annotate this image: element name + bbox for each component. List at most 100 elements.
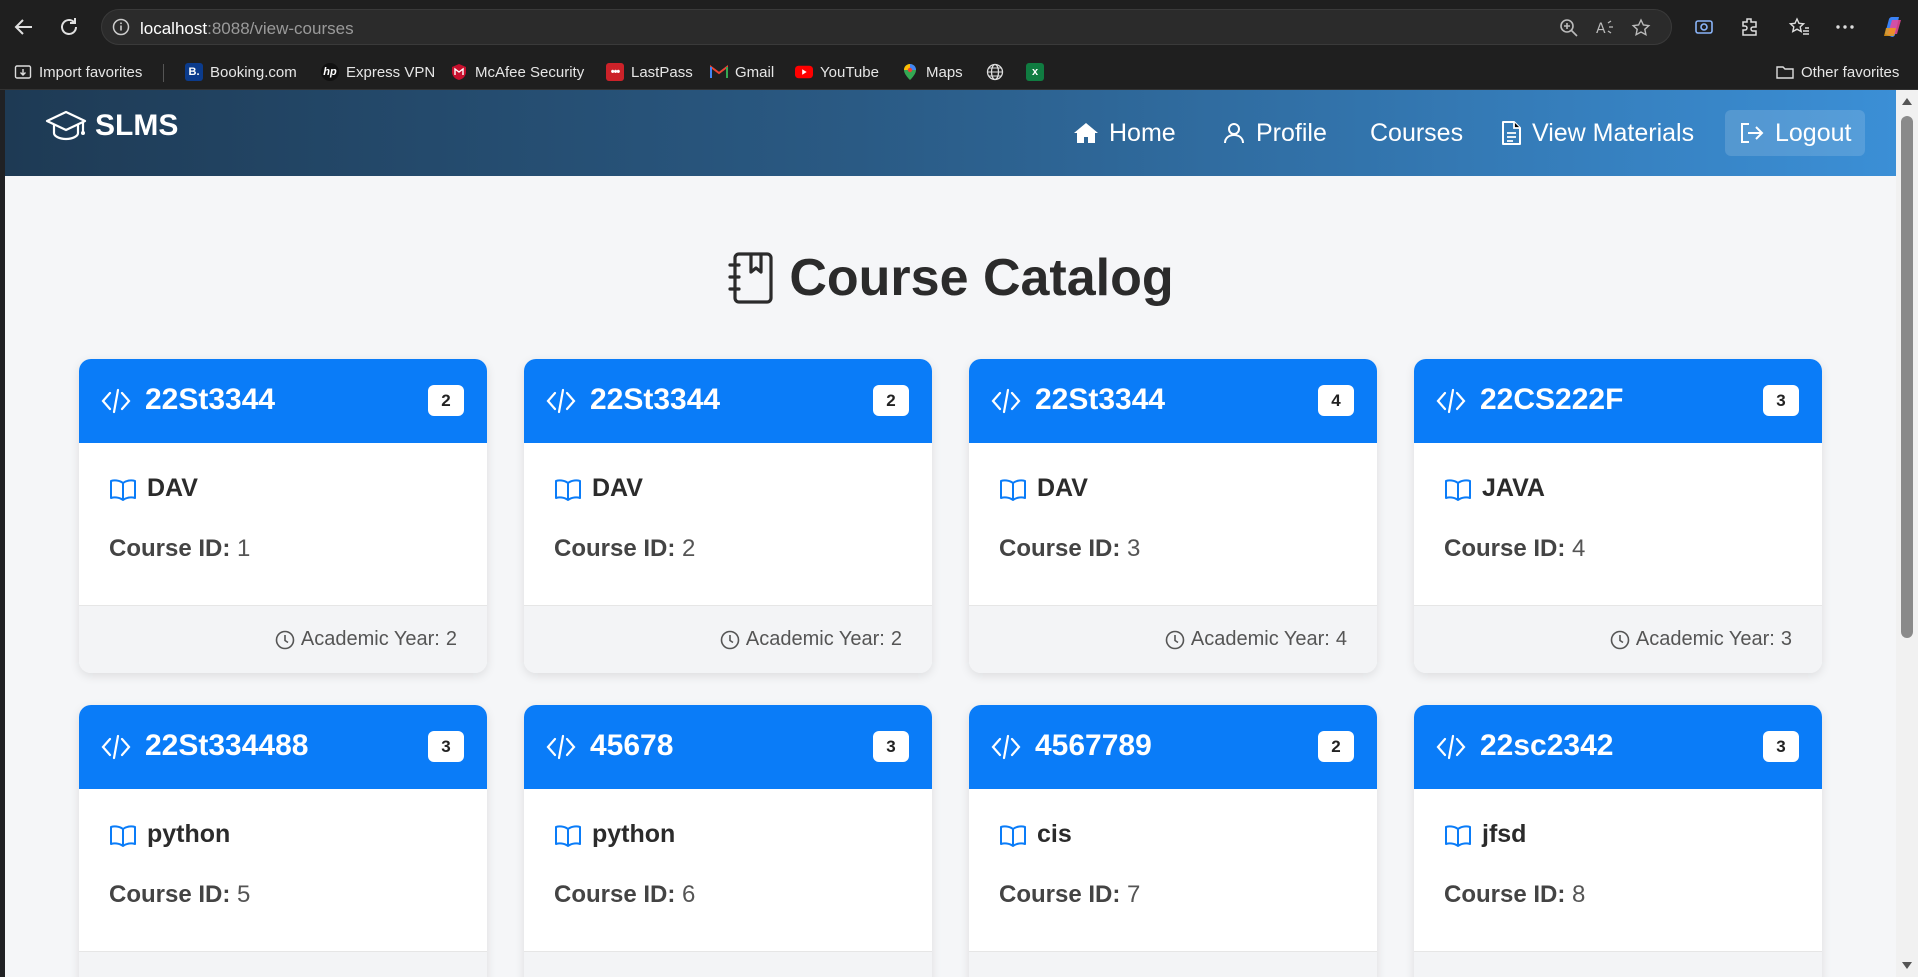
course-card[interactable]: 22St3344 2 DAV Course ID: 1 Academic Yea…: [79, 359, 487, 673]
open-book-icon: [110, 825, 136, 847]
brand-link[interactable]: SLMS: [45, 108, 178, 144]
course-card-footer: [969, 951, 1377, 977]
bookmarks-bar: Import favorites B. Booking.com hp Expre…: [0, 54, 1918, 90]
course-id: Course ID: 7: [999, 881, 1140, 909]
nav-profile-label: Profile: [1256, 118, 1327, 147]
course-name: python: [147, 820, 231, 848]
bookmark-booking[interactable]: B. Booking.com: [185, 60, 297, 84]
course-card[interactable]: 4567789 2 cis Course ID: 7: [969, 705, 1377, 977]
read-aloud-icon[interactable]: A: [1594, 17, 1616, 39]
booking-icon: B.: [185, 63, 203, 81]
academic-year: Academic Year: 2: [720, 628, 902, 651]
bookmark-label: Maps: [926, 63, 963, 81]
course-id-value: 6: [682, 881, 696, 908]
code-icon: [101, 734, 131, 760]
favorite-star-icon[interactable]: [1630, 17, 1652, 39]
graduation-cap-icon: [45, 110, 87, 141]
course-id-label: Course ID:: [554, 535, 676, 562]
course-id-label: Course ID:: [1444, 881, 1566, 908]
course-name: DAV: [592, 474, 643, 502]
gmail-icon: [710, 63, 728, 81]
bookmark-maps[interactable]: Maps: [901, 60, 963, 84]
academic-year-value: 3: [1780, 628, 1792, 650]
extensions-icon[interactable]: [1735, 12, 1765, 42]
course-card-body: python Course ID: 6: [524, 789, 932, 951]
import-icon: [14, 63, 32, 81]
course-id: Course ID: 6: [554, 881, 695, 909]
course-card-body: JAVA Course ID: 4: [1414, 443, 1822, 605]
logout-icon: [1741, 123, 1764, 143]
academic-year-value: 2: [445, 628, 457, 650]
scroll-down-icon[interactable]: [1902, 962, 1912, 969]
course-badge: 4: [1318, 385, 1354, 416]
nav-courses[interactable]: Courses: [1370, 112, 1463, 154]
bookmark-globe[interactable]: [986, 60, 1004, 84]
youtube-icon: [795, 63, 813, 81]
open-book-icon: [1000, 825, 1026, 847]
clock-icon: [1165, 630, 1185, 649]
site-info-icon[interactable]: [112, 18, 130, 41]
more-menu-icon[interactable]: [1830, 12, 1860, 42]
url-path: :8088/view-courses: [207, 19, 354, 38]
course-card-header: 22St3344 2: [79, 359, 487, 443]
course-card-header: 22St3344 2: [524, 359, 932, 443]
nav-logout[interactable]: Logout: [1725, 110, 1866, 156]
code-icon: [546, 388, 576, 414]
browser-toolbar: localhost:8088/view-courses A: [0, 0, 1918, 54]
course-card-body: DAV Course ID: 3: [969, 443, 1377, 605]
clock-icon: [720, 630, 740, 649]
open-book-icon: [555, 479, 581, 501]
bookmark-lastpass[interactable]: ••• LastPass: [606, 60, 693, 84]
back-button[interactable]: [9, 12, 39, 42]
code-icon: [991, 388, 1021, 414]
course-card[interactable]: 22sc2342 3 jfsd Course ID: 8: [1414, 705, 1822, 977]
open-book-icon: [110, 479, 136, 501]
favorites-icon[interactable]: [1784, 12, 1814, 42]
nav-view-materials[interactable]: View Materials: [1500, 112, 1694, 154]
url-text[interactable]: localhost:8088/view-courses: [140, 19, 354, 39]
nav-profile[interactable]: Profile: [1222, 112, 1327, 154]
nav-home-label: Home: [1109, 118, 1176, 147]
course-id-label: Course ID:: [109, 881, 231, 908]
bookmark-label: Gmail: [735, 63, 775, 81]
nav-home[interactable]: Home: [1073, 112, 1176, 154]
code-icon: [546, 734, 576, 760]
course-id: Course ID: 2: [554, 535, 695, 563]
code-icon: [991, 734, 1021, 760]
address-bar[interactable]: localhost:8088/view-courses A: [101, 9, 1672, 45]
course-code: 22CS222F: [1480, 383, 1624, 416]
course-card[interactable]: 22St334488 3 python Course ID: 5: [79, 705, 487, 977]
bookmark-label: Booking.com: [210, 63, 297, 81]
page-scrollbar[interactable]: [1896, 90, 1918, 977]
scroll-up-icon[interactable]: [1902, 98, 1912, 105]
other-favorites[interactable]: Other favorites: [1776, 60, 1899, 84]
course-code: 22St3344: [590, 383, 721, 416]
refresh-button[interactable]: [54, 12, 84, 42]
academic-year-value: 4: [1335, 628, 1347, 650]
scrollbar-thumb[interactable]: [1901, 116, 1913, 638]
copilot-icon[interactable]: [1877, 12, 1907, 42]
course-card[interactable]: 22St3344 4 DAV Course ID: 3 Academic Yea…: [969, 359, 1377, 673]
bookmark-excel[interactable]: x: [1026, 60, 1044, 84]
course-card[interactable]: 22St3344 2 DAV Course ID: 2 Academic Yea…: [524, 359, 932, 673]
code-icon: [1436, 388, 1466, 414]
course-id-value: 1: [237, 535, 251, 562]
course-id-value: 7: [1127, 881, 1141, 908]
course-id-label: Course ID:: [109, 535, 231, 562]
bookmark-mcafee[interactable]: McAfee Security: [450, 60, 584, 84]
course-name: DAV: [147, 474, 198, 502]
course-id: Course ID: 1: [109, 535, 250, 563]
course-card-footer: [524, 951, 932, 977]
open-book-icon: [555, 825, 581, 847]
bookmark-gmail[interactable]: Gmail: [710, 60, 774, 84]
course-name: python: [592, 820, 676, 848]
bookmark-youtube[interactable]: YouTube: [795, 60, 879, 84]
course-card[interactable]: 45678 3 python Course ID: 6: [524, 705, 932, 977]
course-card[interactable]: 22CS222F 3 JAVA Course ID: 4 Academic Ye…: [1414, 359, 1822, 673]
bookmark-label: Import favorites: [39, 63, 143, 81]
bookmark-expressvpn[interactable]: hp Express VPN: [321, 60, 435, 84]
bookmark-import-favorites[interactable]: Import favorites: [14, 60, 142, 84]
open-book-icon: [1445, 825, 1471, 847]
screenshot-icon[interactable]: [1689, 12, 1719, 42]
zoom-icon[interactable]: [1558, 17, 1580, 39]
